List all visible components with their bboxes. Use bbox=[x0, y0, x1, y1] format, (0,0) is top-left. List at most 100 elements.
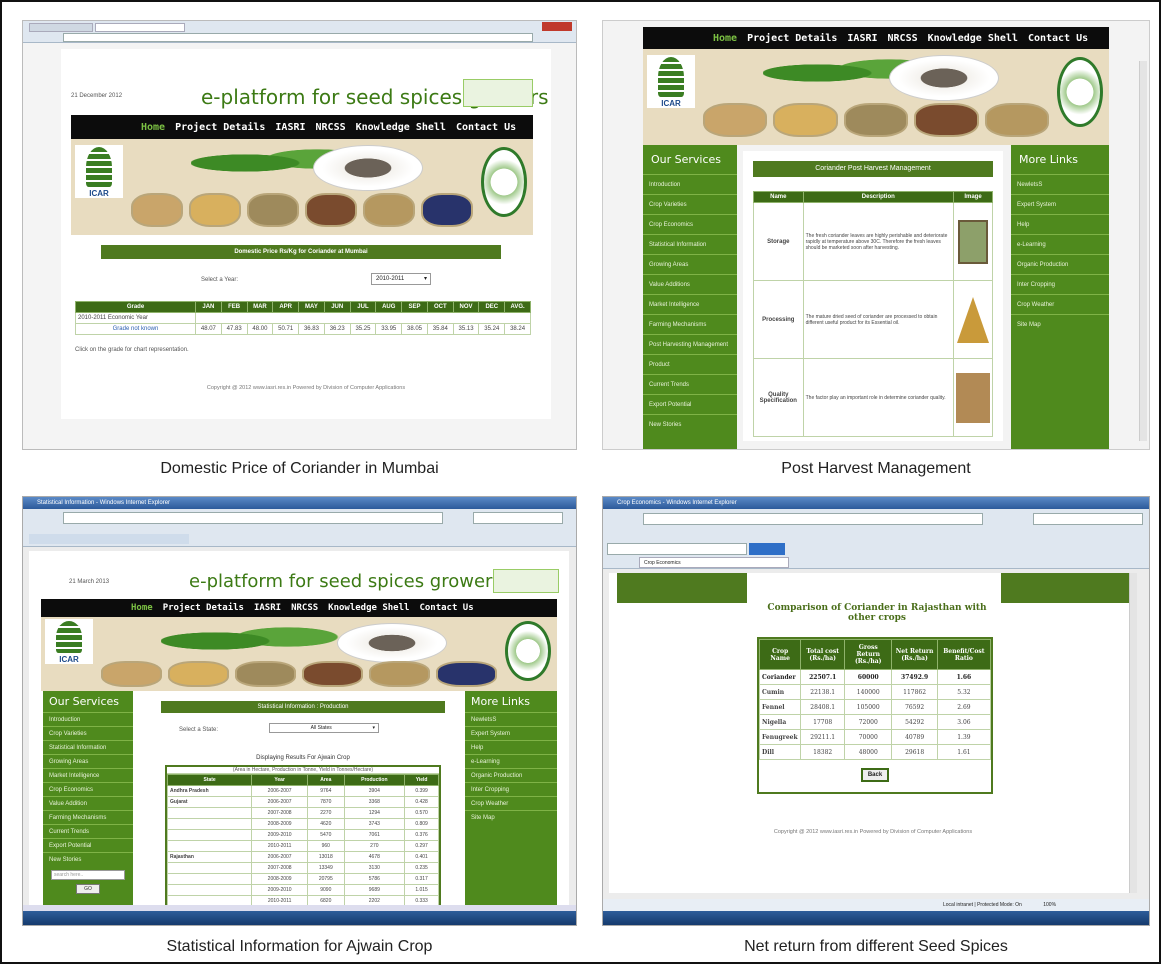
nav-iasri[interactable]: IASRI bbox=[847, 33, 877, 44]
address-bar[interactable] bbox=[63, 512, 443, 524]
price-cell: 36.83 bbox=[298, 323, 325, 335]
more-links-item[interactable]: Crop Weather bbox=[465, 796, 557, 810]
services-item[interactable]: Value Additions bbox=[643, 274, 737, 294]
nav-nrcss[interactable]: NRCSS bbox=[316, 122, 346, 133]
services-item[interactable]: Introduction bbox=[643, 174, 737, 194]
nav-knowledge-shell[interactable]: Knowledge Shell bbox=[928, 33, 1018, 44]
services-item[interactable]: Introduction bbox=[43, 712, 133, 726]
more-links-item[interactable]: e-Learning bbox=[465, 754, 557, 768]
go-button[interactable]: GO bbox=[76, 884, 100, 894]
state-select[interactable]: All States ▾ bbox=[269, 723, 379, 733]
right-sidebar-stub bbox=[1001, 573, 1131, 603]
search-box[interactable] bbox=[473, 512, 563, 524]
address-bar[interactable] bbox=[643, 513, 983, 525]
more-links-item[interactable]: Site Map bbox=[465, 810, 557, 824]
services-item[interactable]: Current Trends bbox=[643, 374, 737, 394]
more-links-item[interactable]: NewletsS bbox=[1011, 174, 1109, 194]
icar-logo-text: ICAR bbox=[59, 655, 79, 664]
services-heading: Our Services bbox=[49, 695, 120, 708]
more-links-item[interactable]: Site Map bbox=[1011, 314, 1109, 334]
nav-nrcss[interactable]: NRCSS bbox=[291, 603, 318, 613]
address-bar[interactable] bbox=[63, 33, 533, 42]
more-links-item[interactable]: Expert System bbox=[465, 726, 557, 740]
services-item[interactable]: Export Potential bbox=[43, 838, 133, 852]
table-cell: 1.39 bbox=[936, 729, 992, 745]
browser-toolbar bbox=[23, 509, 576, 547]
search-input[interactable]: search here.. bbox=[51, 870, 125, 880]
services-item[interactable]: Product bbox=[643, 354, 737, 374]
nav-iasri[interactable]: IASRI bbox=[254, 603, 281, 613]
services-item[interactable]: Statistical Information bbox=[43, 740, 133, 754]
row-description: The fresh coriander leaves are highly pe… bbox=[802, 202, 954, 281]
services-item[interactable]: Farming Mechanisms bbox=[43, 810, 133, 824]
services-item[interactable]: Growing Areas bbox=[43, 754, 133, 768]
col-production: Production bbox=[343, 774, 406, 786]
nav-project-details[interactable]: Project Details bbox=[163, 603, 244, 613]
row-name: Quality Specification bbox=[753, 358, 804, 437]
services-item[interactable]: Market Intelligence bbox=[643, 294, 737, 314]
grade-link[interactable]: Grade not known bbox=[75, 323, 196, 335]
icar-logo-text: ICAR bbox=[89, 189, 109, 198]
more-links-item[interactable]: Inter Cropping bbox=[465, 782, 557, 796]
browser-tab[interactable] bbox=[29, 23, 93, 32]
more-links-item[interactable]: Help bbox=[465, 740, 557, 754]
services-item[interactable]: Crop Varieties bbox=[43, 726, 133, 740]
zoom-level[interactable]: 100% bbox=[1023, 902, 1056, 908]
production-table: State Year Area Production Yield Andhra … bbox=[166, 774, 439, 907]
more-links-item[interactable]: Help bbox=[1011, 214, 1109, 234]
services-item[interactable]: Statistical Information bbox=[643, 234, 737, 254]
nav-contact-us[interactable]: Contact Us bbox=[456, 122, 516, 133]
more-links-item[interactable]: Expert System bbox=[1011, 194, 1109, 214]
services-item[interactable]: Crop Economics bbox=[643, 214, 737, 234]
services-item[interactable]: Crop Economics bbox=[43, 782, 133, 796]
back-button[interactable]: Back bbox=[861, 768, 889, 782]
col-aug: AUG bbox=[375, 301, 403, 313]
nav-knowledge-shell[interactable]: Knowledge Shell bbox=[356, 122, 446, 133]
state-select-value: All States bbox=[310, 725, 332, 731]
nav-project-details[interactable]: Project Details bbox=[747, 33, 837, 44]
nav-contact-us[interactable]: Contact Us bbox=[419, 603, 473, 613]
services-item[interactable]: Crop Varieties bbox=[643, 194, 737, 214]
panel-statistical-info: Statistical Information - Windows Intern… bbox=[22, 496, 577, 926]
services-item[interactable]: Value Addition bbox=[43, 796, 133, 810]
nav-home[interactable]: Home bbox=[713, 33, 737, 44]
site-date: 21 December 2012 bbox=[71, 93, 123, 99]
nav-home[interactable]: Home bbox=[131, 603, 153, 613]
services-item[interactable]: Export Potential bbox=[643, 394, 737, 414]
spice-bowl bbox=[189, 193, 241, 227]
table-row: 2007-2008 2270 1294 0.570 bbox=[166, 807, 439, 819]
spice-bowl bbox=[131, 193, 183, 227]
nav-project-details[interactable]: Project Details bbox=[175, 122, 265, 133]
more-links-item[interactable]: Organic Production bbox=[465, 768, 557, 782]
nav-home[interactable]: Home bbox=[141, 122, 165, 133]
search-box[interactable] bbox=[1033, 513, 1143, 525]
more-links-item[interactable]: NewletsS bbox=[465, 712, 557, 726]
nav-contact-us[interactable]: Contact Us bbox=[1028, 33, 1088, 44]
nav-knowledge-shell[interactable]: Knowledge Shell bbox=[328, 603, 409, 613]
more-links-item[interactable]: e-Learning bbox=[1011, 234, 1109, 254]
table-row: Rajasthan 2006-2007 13018 4678 0.401 bbox=[166, 851, 439, 863]
year-select[interactable]: 2010-2011 ▾ bbox=[371, 273, 431, 285]
browser-tab-active[interactable] bbox=[95, 23, 185, 32]
services-item[interactable]: New Stories bbox=[643, 414, 737, 434]
window-controls[interactable] bbox=[542, 22, 572, 31]
nav-nrcss[interactable]: NRCSS bbox=[888, 33, 918, 44]
search-button[interactable] bbox=[749, 543, 785, 555]
more-links-item[interactable]: Crop Weather bbox=[1011, 294, 1109, 314]
scrollbar[interactable] bbox=[1139, 61, 1147, 441]
services-item[interactable]: Market Intelligence bbox=[43, 768, 133, 782]
table-cell: 5786 bbox=[343, 873, 406, 885]
browser-tab[interactable]: Crop Economics bbox=[639, 557, 789, 568]
table-cell bbox=[166, 840, 253, 852]
services-item[interactable]: New Stories bbox=[43, 852, 133, 866]
services-item[interactable]: Post Harvesting Management bbox=[643, 334, 737, 354]
services-item[interactable]: Current Trends bbox=[43, 824, 133, 838]
more-links-item[interactable]: Organic Production bbox=[1011, 254, 1109, 274]
scrollbar[interactable] bbox=[1129, 573, 1137, 893]
services-item[interactable]: Growing Areas bbox=[643, 254, 737, 274]
more-links-item[interactable]: Inter Cropping bbox=[1011, 274, 1109, 294]
toolbar-search[interactable] bbox=[607, 543, 747, 555]
links-list: NewletsS Expert System Help e-Learning Organ… bbox=[465, 712, 557, 824]
services-item[interactable]: Farming Mechanisms bbox=[643, 314, 737, 334]
nav-iasri[interactable]: IASRI bbox=[275, 122, 305, 133]
